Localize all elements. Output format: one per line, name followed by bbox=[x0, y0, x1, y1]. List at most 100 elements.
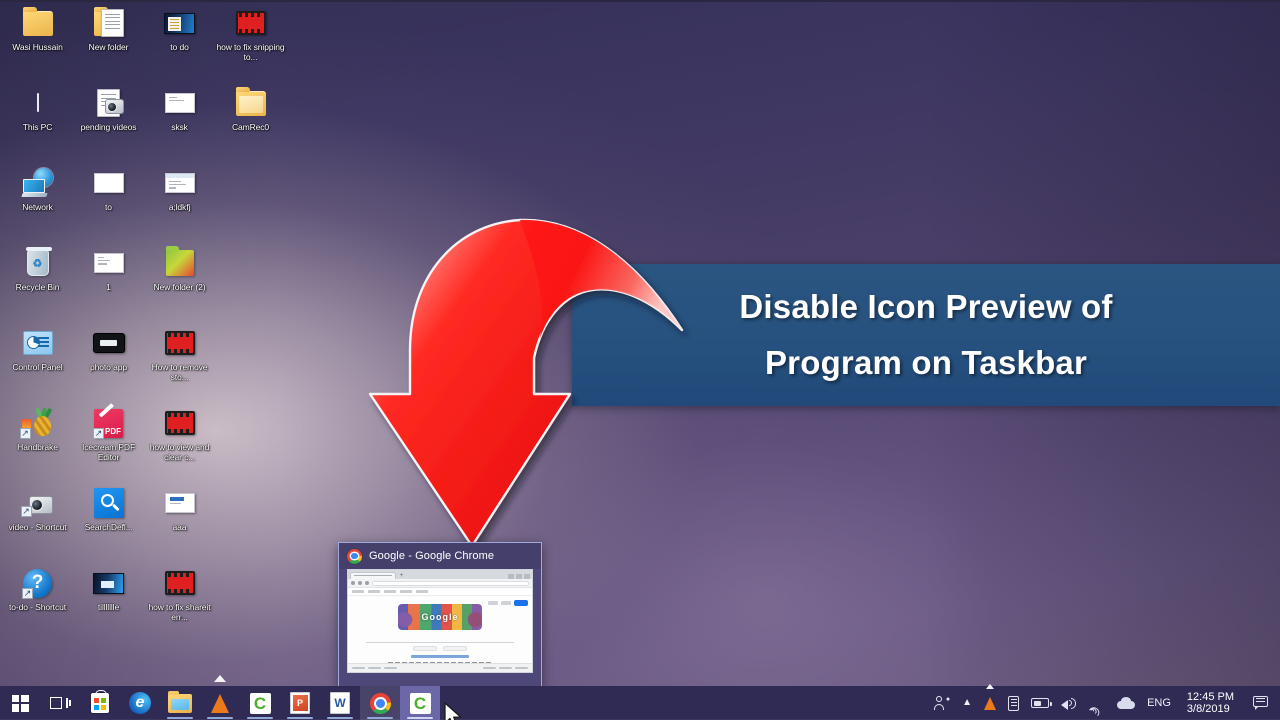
folder-explorer-icon bbox=[168, 690, 192, 713]
desktop-icon-to[interactable]: to bbox=[73, 162, 144, 242]
desktop-icon-icecream-pdf-editor[interactable]: PDF ↗ Icecream PDF Editor bbox=[73, 402, 144, 482]
desktop-icon-to-do-shortcut[interactable]: ? ↗ to-do - Shortcut bbox=[2, 562, 73, 642]
desktop-icon-tillllllle[interactable]: tillllllle bbox=[73, 562, 144, 642]
folder-open-icon bbox=[234, 86, 268, 120]
banner-line-2: Program on Taskbar bbox=[764, 344, 1088, 381]
microsoft-store-button[interactable] bbox=[80, 686, 120, 720]
camtasia-icon: C bbox=[409, 692, 431, 714]
network-icon bbox=[20, 166, 55, 200]
people-icon[interactable]: ● bbox=[928, 686, 956, 720]
desktop-icon-label: pending videos bbox=[80, 122, 137, 132]
system-tray[interactable]: ● ▲ ENG 12:45 PM 3/8/2019 bbox=[928, 684, 1280, 720]
preview-search-box bbox=[366, 638, 514, 643]
edge-button[interactable]: e bbox=[120, 686, 160, 720]
preview-omnibox bbox=[348, 579, 532, 588]
taskbar[interactable]: e C P W C ● ▲ ENG 12:45 PM 3/8/2019 bbox=[0, 674, 1280, 720]
control-panel-icon bbox=[21, 326, 55, 360]
desktop-icon-how-to-fix-shareit[interactable]: how to fix shareit err... bbox=[144, 562, 215, 642]
clock-time: 12:45 PM bbox=[1186, 691, 1234, 703]
desktop-icon-aaa[interactable]: aaa bbox=[144, 482, 215, 562]
onedrive-cloud-icon[interactable] bbox=[1111, 686, 1141, 720]
camtasia-button[interactable]: C bbox=[240, 686, 280, 720]
white-document-icon bbox=[92, 166, 126, 200]
google-logo-text: Google bbox=[421, 612, 459, 622]
desktop-icon-new-folder[interactable]: New folder bbox=[73, 2, 144, 82]
preview-window-controls bbox=[508, 574, 530, 579]
desktop-icon-how-to-view-clear-cache[interactable]: how to view and clear c... bbox=[144, 402, 215, 482]
preview-page-header-links bbox=[488, 600, 528, 606]
desktop-icon-control-panel[interactable]: Control Panel bbox=[2, 322, 73, 402]
vlc-button[interactable] bbox=[200, 674, 240, 720]
start-button[interactable] bbox=[0, 686, 40, 720]
desktop-icon-photo-app[interactable]: photo app bbox=[73, 322, 144, 402]
camtasia-recorder-button[interactable]: C bbox=[400, 686, 440, 720]
desktop-icon-empty bbox=[215, 242, 286, 322]
camtasia-letter: C bbox=[253, 693, 267, 713]
desktop-icon-1[interactable]: 1 bbox=[73, 242, 144, 322]
this-pc-icon bbox=[21, 86, 55, 120]
taskbar-thumbnail-preview[interactable]: Google - Google Chrome + Google bbox=[338, 542, 542, 688]
desktop-icon-handbrake[interactable]: ↗ Handbrake bbox=[2, 402, 73, 482]
word-button[interactable]: W bbox=[320, 686, 360, 720]
desktop-icon-empty bbox=[215, 482, 286, 562]
image-thumbnail-dark-icon bbox=[163, 6, 197, 40]
desktop-icon-searchdefl[interactable]: SearchDefl... bbox=[73, 482, 144, 562]
icecream-pdf-icon: PDF ↗ bbox=[92, 402, 126, 440]
battery-icon[interactable] bbox=[1025, 686, 1055, 720]
desktop-icon-new-folder-2[interactable]: New folder (2) bbox=[144, 242, 215, 322]
pending-videos-icon bbox=[92, 86, 126, 120]
camera-icon: ↗ bbox=[20, 486, 55, 520]
photo-app-icon bbox=[92, 326, 126, 360]
folder-user-icon bbox=[21, 6, 55, 40]
desktop-icon-label: Network bbox=[22, 202, 53, 212]
video-letterbox-edge bbox=[0, 0, 1280, 2]
desktop-icon-label: Control Panel bbox=[12, 362, 63, 372]
clock[interactable]: 12:45 PM 3/8/2019 bbox=[1177, 686, 1247, 720]
desktop-icon-label: Icecream PDF Editor bbox=[81, 442, 136, 462]
language-indicator[interactable]: ENG bbox=[1141, 686, 1177, 720]
clock-date: 3/8/2019 bbox=[1186, 703, 1230, 715]
vlc-tray-icon[interactable] bbox=[978, 684, 1002, 720]
file-explorer-button[interactable] bbox=[160, 686, 200, 720]
desktop-icon-label: to bbox=[105, 202, 112, 212]
help-question-icon: ? ↗ bbox=[21, 566, 55, 600]
action-center-icon[interactable] bbox=[1247, 686, 1276, 720]
volume-icon[interactable] bbox=[1055, 686, 1083, 720]
vlc-cone-icon bbox=[211, 674, 229, 713]
camtasia-icon: C bbox=[249, 692, 271, 714]
desktop-icon-label: to do bbox=[170, 42, 189, 52]
desktop-icon-aldkfj[interactable]: a;ldkfj bbox=[144, 162, 215, 242]
desktop-icon-this-pc[interactable]: This PC bbox=[2, 82, 73, 162]
desktop-icon-label: 1 bbox=[106, 282, 111, 292]
white-document-icon bbox=[163, 486, 197, 520]
gradient-folder-icon bbox=[163, 246, 197, 280]
preview-thumbnail[interactable]: + Google bbox=[347, 569, 533, 673]
desktop-icon-how-to-fix-snipping[interactable]: how to fix snipping to... bbox=[215, 2, 286, 82]
desktop-icon-pending-videos[interactable]: pending videos bbox=[73, 82, 144, 162]
task-view-button[interactable] bbox=[40, 686, 80, 720]
powerpoint-button[interactable]: P bbox=[280, 686, 320, 720]
wifi-icon[interactable] bbox=[1083, 686, 1111, 720]
desktop-icon-empty bbox=[215, 162, 286, 242]
desktop-icon-recycle-bin[interactable]: ♻ Recycle Bin bbox=[2, 242, 73, 322]
desktop-icon-grid: Wasi Hussain New folder to do how to fix… bbox=[2, 2, 292, 682]
device-tray-icon[interactable] bbox=[1002, 686, 1025, 720]
desktop-icon-wasi-hussain[interactable]: Wasi Hussain bbox=[2, 2, 73, 82]
desktop-icon-label: aaa bbox=[172, 522, 187, 532]
curved-down-arrow-annotation bbox=[368, 218, 684, 548]
preview-signin-button bbox=[514, 600, 528, 606]
chrome-icon bbox=[369, 692, 391, 714]
handbrake-icon: ↗ bbox=[19, 406, 55, 440]
desktop-icon-label: This PC bbox=[22, 122, 53, 132]
desktop-icon-camrec0[interactable]: CamRec0 bbox=[215, 82, 286, 162]
desktop-icon-label: photo app bbox=[90, 362, 127, 372]
show-hidden-icons-chevron[interactable]: ▲ bbox=[956, 685, 978, 719]
desktop-icon-sksk[interactable]: sksk bbox=[144, 82, 215, 162]
desktop-icon-to-do[interactable]: to do bbox=[144, 2, 215, 82]
powerpoint-letter: P bbox=[292, 695, 308, 711]
desktop-icon-how-to-remove-storage[interactable]: How to remove sto... bbox=[144, 322, 215, 402]
desktop-icon-video-shortcut[interactable]: ↗ video - Shortcut bbox=[2, 482, 73, 562]
chrome-button[interactable] bbox=[360, 686, 400, 720]
desktop-icon-network[interactable]: Network bbox=[2, 162, 73, 242]
word-icon: W bbox=[330, 692, 350, 714]
